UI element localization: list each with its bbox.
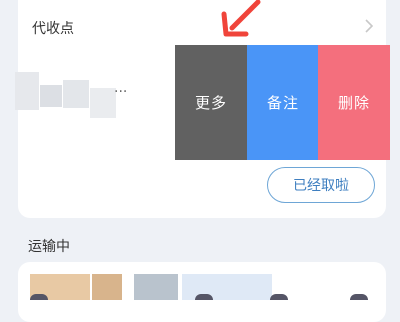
more-button[interactable]: 更多 xyxy=(175,45,247,160)
nav-tab-icon[interactable] xyxy=(195,294,213,300)
chevron-right-icon[interactable] xyxy=(364,18,374,34)
blurred-package-image xyxy=(90,88,116,118)
note-button[interactable]: 备注 xyxy=(247,45,319,160)
section-title-pickup-point: 代收点 xyxy=(32,21,74,37)
nav-profile-icon[interactable] xyxy=(350,294,368,300)
delete-button[interactable]: 删除 xyxy=(318,45,390,160)
blurred-package-image xyxy=(92,274,122,300)
section-title-in-transit: 运输中 xyxy=(28,239,70,255)
package-name-ellipsis: ... xyxy=(114,80,128,96)
blurred-package-image xyxy=(134,274,178,300)
blurred-package-image xyxy=(40,85,62,107)
blurred-package-image xyxy=(15,72,39,110)
blurred-package-image xyxy=(63,80,89,108)
red-arrow-icon xyxy=(221,0,261,37)
already-picked-button[interactable]: 已经取啦 xyxy=(267,167,375,203)
nav-tab-icon[interactable] xyxy=(270,294,288,300)
nav-home-icon[interactable] xyxy=(30,294,48,300)
